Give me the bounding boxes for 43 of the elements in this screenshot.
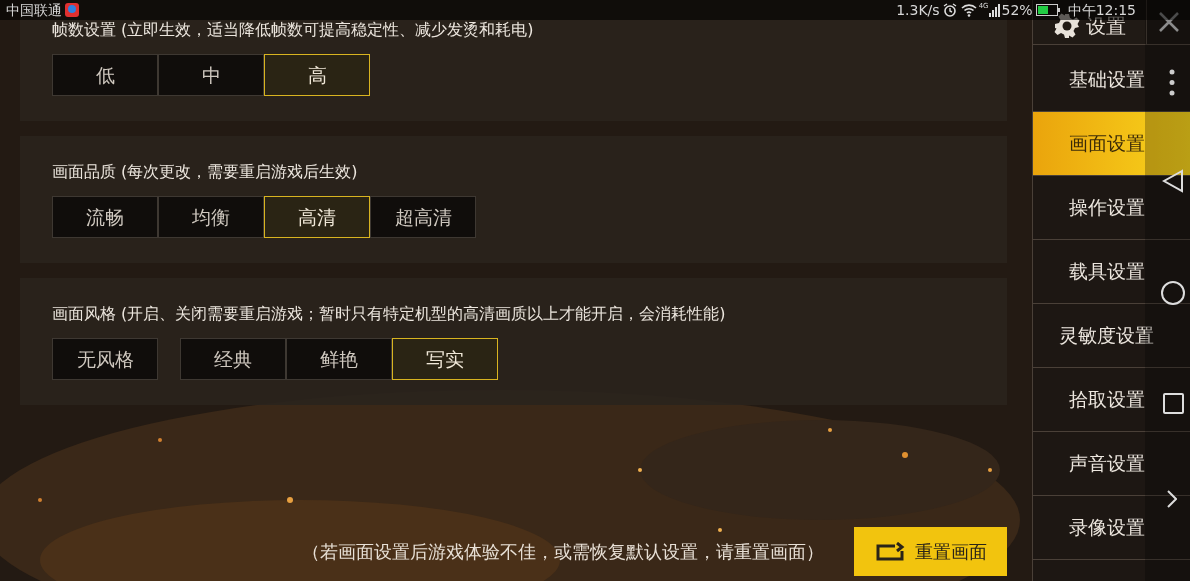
option-button[interactable]: 写实 <box>392 338 498 380</box>
home-icon <box>1160 280 1186 306</box>
reset-button[interactable]: 重置画面 <box>854 527 1007 576</box>
sidebar-item[interactable]: 载具设置 <box>1033 240 1190 304</box>
option-button[interactable]: 均衡 <box>158 196 264 238</box>
sidebar-item[interactable]: 操作设置 <box>1033 176 1190 240</box>
home-button[interactable] <box>1160 280 1186 306</box>
app-icon <box>65 3 79 17</box>
option-button[interactable]: 低 <box>52 54 158 96</box>
back-button[interactable] <box>1162 169 1184 193</box>
recents-icon <box>1163 393 1184 414</box>
sidebar-item[interactable]: 声音设置 <box>1033 432 1190 496</box>
sidebar-item[interactable]: 画面设置 <box>1033 112 1190 176</box>
sidebar-item[interactable]: 灵敏度设置 <box>1033 304 1190 368</box>
battery-icon <box>1035 4 1060 16</box>
section-title: 画面品质 (每次更改，需要重启游戏后生效) <box>52 161 359 183</box>
option-button[interactable]: 高 <box>264 54 370 96</box>
option-button[interactable]: 高清 <box>264 196 370 238</box>
alarm-icon <box>942 3 957 17</box>
signal-icon <box>988 3 1001 17</box>
clock-time: 中午12:15 <box>1067 0 1136 18</box>
chevron-right-icon <box>1167 490 1177 508</box>
option-button[interactable]: 中 <box>158 54 264 96</box>
expand-button[interactable] <box>1167 490 1177 508</box>
option-button[interactable]: 无风格 <box>52 338 158 380</box>
carrier-label: 中国联通 <box>6 0 62 20</box>
footer-note: （若画面设置后游戏体验不佳，或需恢复默认设置，请重置画面） <box>302 540 824 564</box>
option-button[interactable]: 鲜艳 <box>286 338 392 380</box>
more-icon <box>1169 69 1175 96</box>
recents-button[interactable] <box>1163 393 1184 414</box>
option-button[interactable]: 流畅 <box>52 196 158 238</box>
sidebar-item[interactable]: 录像设置 <box>1033 496 1190 560</box>
reset-icon <box>874 541 905 562</box>
battery-percent: 52% <box>1001 0 1033 20</box>
section-title: 帧数设置 (立即生效，适当降低帧数可提高稳定性、减少发烫和耗电) <box>52 19 535 41</box>
option-button[interactable]: 经典 <box>180 338 286 380</box>
option-button[interactable]: 超高清 <box>370 196 476 238</box>
network-speed: 1.3K/s <box>896 0 940 20</box>
sidebar-item[interactable]: 拾取设置 <box>1033 368 1190 432</box>
wifi-icon <box>960 3 977 17</box>
back-icon <box>1162 169 1184 193</box>
close-icon <box>1157 11 1180 33</box>
section-title: 画面风格 (开启、关闭需要重启游戏；暂时只有特定机型的高清画质以上才能开启，会消耗性能) <box>52 303 727 325</box>
